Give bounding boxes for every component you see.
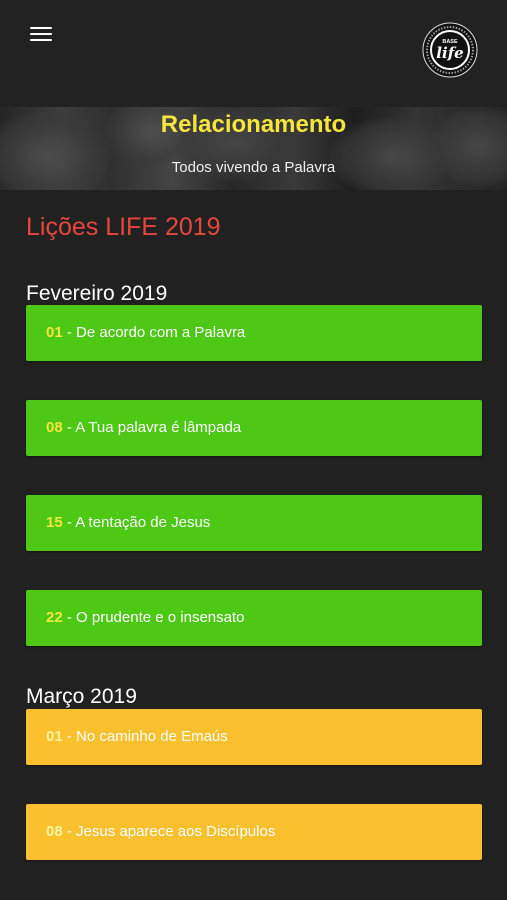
lesson-button[interactable]: 08 - A Tua palavra é lâmpada xyxy=(26,400,482,456)
lesson-number: 22 xyxy=(46,609,63,626)
lesson-title: O prudente e o insensato xyxy=(76,609,245,626)
lesson-title: Jesus aparece aos Discípulos xyxy=(76,823,276,840)
top-bar: BASE life xyxy=(0,0,507,107)
hamburger-menu-icon[interactable] xyxy=(20,20,60,50)
lesson-separator: - xyxy=(62,728,77,745)
lesson-separator: - xyxy=(62,324,77,341)
month-header-marco: Março 2019 xyxy=(26,685,137,708)
page-title: Lições LIFE 2019 xyxy=(26,213,221,241)
lesson-number: 15 xyxy=(46,514,63,531)
lesson-title: De acordo com a Palavra xyxy=(76,324,246,341)
banner-title: Relacionamento xyxy=(160,111,347,138)
lesson-button[interactable]: 22 - O prudente e o insensato xyxy=(26,590,482,646)
lesson-button[interactable]: 08 - Jesus aparece aos Discípulos xyxy=(26,804,482,860)
lesson-number: 08 xyxy=(46,823,63,840)
lesson-separator: - xyxy=(62,514,76,531)
lesson-button[interactable]: 01 - De acordo com a Palavra xyxy=(26,305,482,361)
base-life-logo: BASE life xyxy=(422,22,478,78)
svg-text:life: life xyxy=(436,44,463,62)
banner-subtitle: Todos vivendo a Palavra xyxy=(171,159,336,176)
lesson-title: A Tua palavra é lâmpada xyxy=(75,419,242,436)
lesson-separator: - xyxy=(62,609,77,626)
lesson-separator: - xyxy=(62,823,77,840)
lesson-button[interactable]: 01 - No caminho de Emaús xyxy=(26,709,482,765)
lesson-separator: - xyxy=(62,419,76,436)
month-header-fevereiro: Fevereiro 2019 xyxy=(26,282,168,305)
lesson-title: A tentação de Jesus xyxy=(75,514,211,531)
lesson-button[interactable]: 15 - A tentação de Jesus xyxy=(26,495,482,551)
lesson-title: No caminho de Emaús xyxy=(76,728,228,745)
app-screen: BASE life Relacionamento Todos vivendo a… xyxy=(0,0,507,900)
lesson-number: 01 xyxy=(46,728,63,745)
lesson-number: 01 xyxy=(46,324,63,341)
lesson-number: 08 xyxy=(46,419,63,436)
